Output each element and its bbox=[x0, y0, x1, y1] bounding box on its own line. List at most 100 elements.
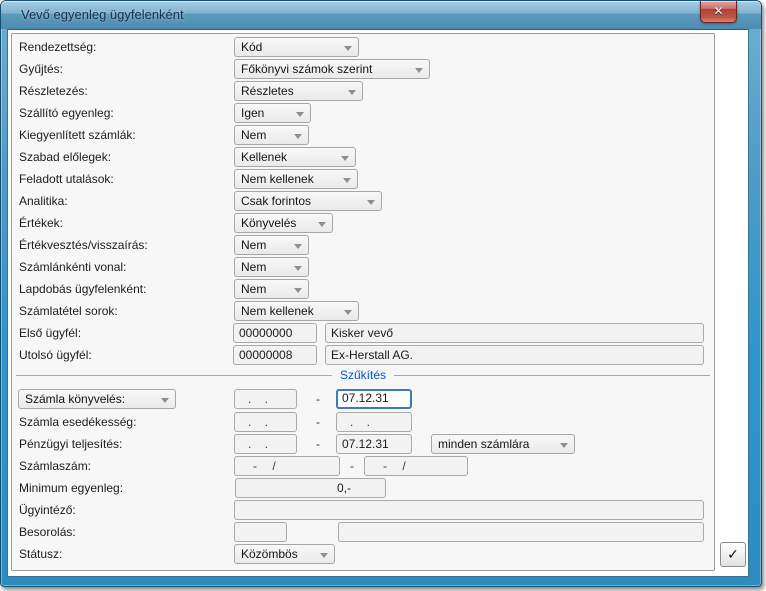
chevron-down-icon bbox=[296, 112, 304, 117]
confirm-button[interactable]: ✓ bbox=[720, 542, 746, 567]
szabad-elolegek-label: Szabad előlegek: bbox=[19, 150, 112, 164]
utolso-ugyfel-label: Utolsó ügyfél: bbox=[19, 348, 92, 362]
rendezettseg-select[interactable]: Kód bbox=[234, 37, 359, 57]
selected-value: Csak forintos bbox=[241, 194, 312, 208]
chevron-down-icon bbox=[294, 244, 302, 249]
check-icon: ✓ bbox=[727, 546, 739, 562]
besorolas-label: Besorolás: bbox=[19, 525, 76, 539]
kiegyenlitett-szamlak-label: Kiegyenlített számlák: bbox=[19, 128, 136, 142]
ertekvesztes-visszairas-select[interactable]: Nem bbox=[234, 235, 309, 255]
selected-value: Könyvelés bbox=[241, 216, 297, 230]
ertekek-label: Értékek: bbox=[19, 216, 64, 230]
ertekek-select[interactable]: Könyvelés bbox=[234, 213, 333, 233]
close-icon: ✕ bbox=[713, 4, 724, 18]
elso-ugyfel-code-field[interactable]: 00000000 bbox=[233, 323, 317, 343]
kiegyenlitett-szamlak-select[interactable]: Nem bbox=[234, 125, 309, 145]
statusz-label: Státusz: bbox=[19, 547, 63, 561]
selected-value: Nem kellenek bbox=[241, 304, 314, 318]
chevron-down-icon bbox=[415, 68, 423, 73]
ugyintezo-field[interactable] bbox=[234, 500, 704, 520]
szamla-esedekesseg-to-field[interactable]: . . bbox=[336, 412, 412, 432]
chevron-down-icon bbox=[294, 288, 302, 293]
selected-value: Nem bbox=[241, 282, 267, 296]
szamlatetel-sorok-select[interactable]: Nem kellenek bbox=[234, 301, 359, 321]
penzugyi-teljesites-label: Pénzügyi teljesítés: bbox=[19, 437, 123, 451]
szabad-elolegek-select[interactable]: Kellenek bbox=[234, 147, 356, 167]
penzugyi-teljesites-from-field[interactable]: . . bbox=[234, 434, 297, 454]
close-button[interactable]: ✕ bbox=[700, 1, 737, 23]
szamlaszam-label: Számlaszám: bbox=[19, 459, 92, 473]
chevron-down-icon bbox=[318, 222, 326, 227]
ertekvesztes-visszairas-label: Értékvesztés/visszaírás: bbox=[19, 238, 148, 252]
utolso-ugyfel-name-field[interactable]: Ex-Herstall AG. bbox=[325, 345, 704, 365]
lapdobas-ugyfelenkent-label: Lapdobás ügyfelenként: bbox=[19, 282, 147, 296]
szallito-egyenleg-label: Szállító egyenleg: bbox=[19, 106, 114, 120]
dialog-window: Vevő egyenleg ügyfelenként ✕ Rendezettsé… bbox=[0, 0, 762, 587]
szamla-esedekesseg-label: Számla esedékesség: bbox=[19, 415, 137, 429]
selected-value: Nem bbox=[241, 128, 267, 142]
range-dash: - bbox=[316, 392, 320, 406]
selected-value: Nem kellenek bbox=[241, 172, 314, 186]
chevron-down-icon bbox=[320, 553, 328, 558]
szamlankenti-vonal-label: Számlánkénti vonal: bbox=[19, 260, 127, 274]
chevron-down-icon bbox=[344, 310, 352, 315]
szamlankenti-vonal-select[interactable]: Nem bbox=[234, 257, 309, 277]
gyujtes-select[interactable]: Főkönyvi számok szerint bbox=[234, 59, 430, 79]
chevron-down-icon bbox=[161, 398, 169, 403]
statusz-select[interactable]: Közömbös bbox=[234, 544, 335, 564]
form-panel: Rendezettség: Kód Gyűjtés: Főkönyvi szám… bbox=[11, 33, 715, 571]
range-dash: - bbox=[316, 415, 320, 429]
selected-value: Számla könyvelés: bbox=[25, 392, 126, 406]
besorolas-code-field[interactable] bbox=[234, 522, 287, 542]
utolso-ugyfel-code-field[interactable]: 00000008 bbox=[233, 345, 317, 365]
ugyintezo-label: Ügyintéző: bbox=[19, 503, 76, 517]
title-bar[interactable]: Vevő egyenleg ügyfelenként bbox=[1, 1, 761, 29]
szamla-konyveles-from-field[interactable]: . . bbox=[234, 389, 297, 409]
selected-value: Igen bbox=[241, 106, 265, 120]
szamla-esedekesseg-from-field[interactable]: . . bbox=[234, 412, 297, 432]
penzugyi-teljesites-scope-select[interactable]: minden számlára bbox=[431, 434, 575, 454]
chevron-down-icon bbox=[343, 178, 351, 183]
szamlaszam-from-field[interactable]: - / bbox=[234, 456, 340, 476]
selected-value: Kellenek bbox=[241, 150, 288, 164]
selected-value: Kód bbox=[241, 40, 263, 54]
chevron-down-icon bbox=[341, 156, 349, 161]
selected-value: Főkönyvi számok szerint bbox=[241, 62, 373, 76]
range-dash: - bbox=[350, 459, 354, 473]
lapdobas-ugyfelenkent-select[interactable]: Nem bbox=[234, 279, 309, 299]
dialog-client-area: Rendezettség: Kód Gyűjtés: Főkönyvi szám… bbox=[7, 29, 749, 577]
feladott-utalasok-label: Feladott utalások: bbox=[19, 172, 114, 186]
szallito-egyenleg-select[interactable]: Igen bbox=[234, 103, 311, 123]
chevron-down-icon bbox=[294, 266, 302, 271]
range-dash: - bbox=[316, 437, 320, 451]
penzugyi-teljesites-to-field[interactable]: 07.12.31 bbox=[336, 434, 412, 454]
selected-value: minden számlára bbox=[438, 437, 530, 451]
reszletezes-label: Részletezés: bbox=[19, 84, 88, 98]
selected-value: Nem bbox=[241, 238, 267, 252]
rendezettseg-label: Rendezettség: bbox=[19, 40, 97, 54]
elso-ugyfel-label: Első ügyfél: bbox=[19, 326, 82, 340]
minimum-egyenleg-field[interactable]: 0,- bbox=[235, 478, 386, 498]
elso-ugyfel-name-field[interactable]: Kisker vevő bbox=[325, 323, 704, 343]
selected-value: Nem bbox=[241, 260, 267, 274]
minimum-egyenleg-label: Minimum egyenleg: bbox=[19, 481, 124, 495]
feladott-utalasok-select[interactable]: Nem kellenek bbox=[234, 169, 358, 189]
selected-value: Részletes bbox=[241, 84, 294, 98]
chevron-down-icon bbox=[348, 90, 356, 95]
chevron-down-icon bbox=[294, 134, 302, 139]
besorolas-name-field[interactable] bbox=[338, 522, 704, 542]
chevron-down-icon bbox=[367, 200, 375, 205]
window-title: Vevő egyenleg ügyfelenként bbox=[21, 7, 184, 22]
chevron-down-icon bbox=[560, 443, 568, 448]
szamlatetel-sorok-label: Számlatétel sorok: bbox=[19, 304, 118, 318]
section-legend: Szűkítés bbox=[331, 368, 395, 382]
reszletezes-select[interactable]: Részletes bbox=[234, 81, 363, 101]
selected-value: Közömbös bbox=[241, 547, 298, 561]
chevron-down-icon bbox=[344, 46, 352, 51]
szamla-konyveles-select[interactable]: Számla könyvelés: bbox=[18, 389, 176, 409]
analitika-label: Analitika: bbox=[19, 194, 68, 208]
szamla-konyveles-to-field[interactable]: 07.12.31 bbox=[336, 389, 412, 409]
szamlaszam-to-field[interactable]: - / bbox=[364, 456, 468, 476]
gyujtes-label: Gyűjtés: bbox=[19, 62, 64, 76]
analitika-select[interactable]: Csak forintos bbox=[234, 191, 382, 211]
